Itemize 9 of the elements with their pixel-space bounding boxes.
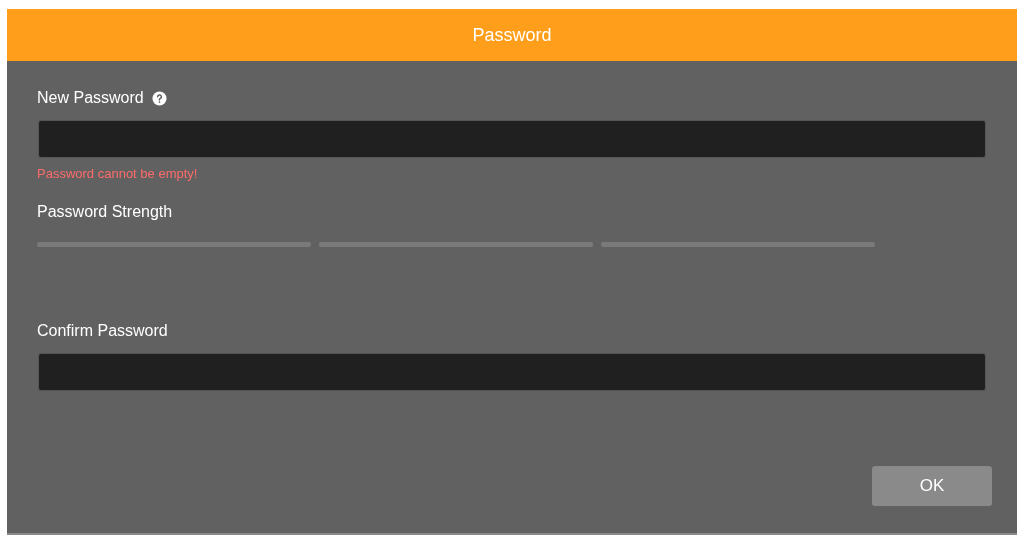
field-label: Confirm Password: [37, 322, 168, 340]
dialog-title: Password: [472, 24, 552, 46]
error-message: Password cannot be empty!: [37, 166, 199, 182]
input-field[interactable]: [38, 353, 986, 391]
help-icon[interactable]: [151, 90, 167, 106]
input-field[interactable]: [38, 120, 986, 158]
ok-button[interactable]: OK: [872, 466, 992, 506]
field-label: New Password: [37, 89, 144, 107]
field-label: Password Strength: [37, 203, 173, 221]
